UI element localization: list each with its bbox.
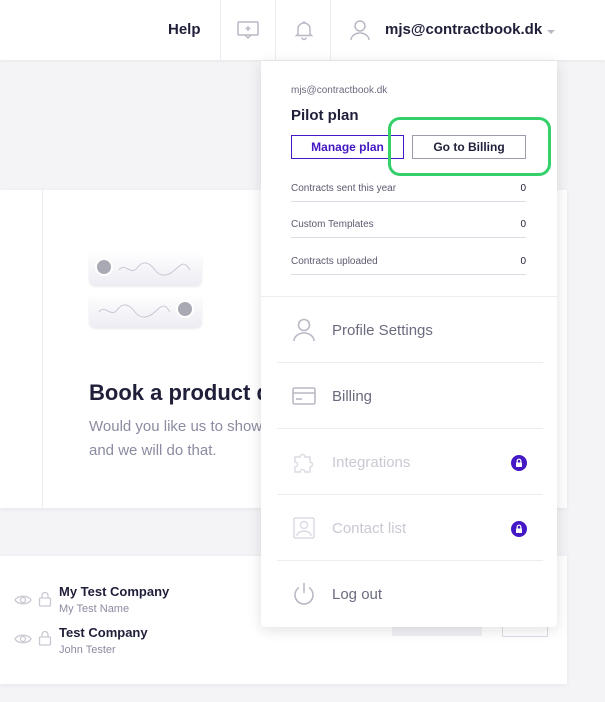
menu-item-label: Log out: [332, 586, 383, 603]
plan-name: Pilot plan: [291, 107, 359, 124]
usage-stat-row: Contracts uploaded 0: [291, 246, 526, 275]
stat-value: 0: [520, 219, 526, 230]
menu-item-billing[interactable]: Billing: [277, 363, 543, 429]
demo-card-subtitle: Would you like us to show: [89, 418, 263, 435]
company-person: My Test Name: [59, 603, 130, 615]
stat-value: 0: [520, 183, 526, 194]
dropdown-email: mjs@contractbook.dk: [291, 85, 388, 96]
usage-stat-row: Custom Templates 0: [291, 209, 526, 238]
demo-card-subtitle: and we will do that.: [89, 442, 217, 459]
feedback-icon[interactable]: [236, 18, 260, 42]
lock-icon: [511, 521, 527, 537]
lock-icon: [36, 629, 54, 647]
company-name: My Test Company: [59, 584, 170, 599]
puzzle-icon: [291, 449, 317, 475]
avatar: [95, 258, 113, 276]
header-divider: [275, 0, 276, 60]
stat-value: 0: [520, 256, 526, 267]
usage-stat-row: Contracts sent this year 0: [291, 173, 526, 202]
stat-label: Contracts sent this year: [291, 183, 397, 194]
menu-item-label: Integrations: [332, 454, 411, 471]
power-icon: [291, 581, 317, 607]
list-item[interactable]: Test Company John Tester: [14, 625, 254, 665]
company-name: Test Company: [59, 625, 148, 640]
manage-plan-button[interactable]: Manage plan: [291, 135, 404, 159]
menu-item-label: Profile Settings: [332, 322, 433, 339]
go-to-billing-button[interactable]: Go to Billing: [412, 135, 526, 159]
lock-icon: [511, 455, 527, 471]
credit-card-icon: [291, 383, 317, 409]
chat-bubble-illustration: [89, 294, 202, 328]
list-item[interactable]: My Test Company My Test Name: [14, 584, 254, 624]
header-divider: [220, 0, 221, 60]
top-header: Help mjs@contractbook.dk: [0, 0, 605, 60]
stat-label: Contracts uploaded: [291, 256, 378, 267]
stat-label: Custom Templates: [291, 219, 374, 230]
menu-item-contact-list[interactable]: Contact list: [277, 495, 543, 561]
user-menu-trigger[interactable]: mjs@contractbook.dk: [385, 21, 542, 38]
menu-item-integrations[interactable]: Integrations: [277, 429, 543, 495]
contact-card-icon: [291, 515, 317, 541]
avatar: [176, 300, 194, 318]
person-icon: [291, 317, 317, 343]
lock-icon: [36, 590, 54, 608]
eye-icon[interactable]: [14, 591, 32, 609]
row-action-button[interactable]: [392, 626, 482, 636]
demo-card-title: Book a product d: [89, 380, 270, 405]
menu-item-log-out[interactable]: Log out: [277, 561, 543, 627]
bell-icon[interactable]: [292, 18, 316, 42]
user-dropdown-menu: mjs@contractbook.dk Pilot plan Manage pl…: [261, 61, 557, 627]
menu-item-profile-settings[interactable]: Profile Settings: [277, 297, 543, 363]
chat-bubble-illustration: [89, 252, 202, 286]
eye-icon[interactable]: [14, 630, 32, 648]
header-divider: [330, 0, 331, 60]
card-divider: [42, 190, 43, 508]
user-icon[interactable]: [348, 18, 372, 42]
chevron-down-icon[interactable]: [546, 24, 556, 34]
help-link[interactable]: Help: [168, 21, 201, 38]
menu-item-label: Billing: [332, 388, 373, 405]
menu-item-label: Contact list: [332, 520, 407, 537]
company-person: John Tester: [59, 644, 116, 656]
